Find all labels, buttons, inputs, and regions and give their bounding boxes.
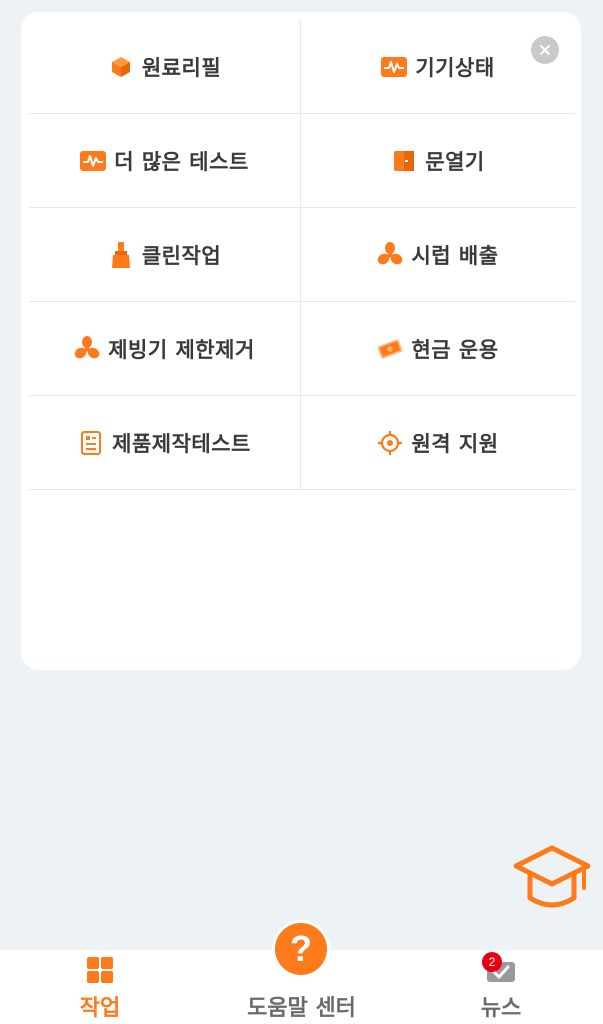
close-button[interactable] — [531, 36, 559, 64]
fan-icon — [74, 335, 100, 362]
menu-item-more-tests[interactable]: 더 많은 테스트 — [29, 114, 301, 208]
nav-news-label: 뉴스 — [480, 996, 522, 1021]
close-icon — [540, 45, 550, 55]
cash-icon — [377, 336, 403, 362]
nav-help-label: 도움말 센터 — [247, 996, 356, 1021]
menu-item-label: 더 많은 테스트 — [114, 149, 249, 174]
menu-item-refill[interactable]: 원료리필 — [29, 20, 301, 114]
menu-item-label: 기기상태 — [415, 55, 495, 80]
menu-item-label: 클린작업 — [141, 243, 222, 268]
help-center-button[interactable]: ? — [272, 920, 330, 978]
door-icon — [391, 148, 417, 174]
menu-item-label: 원격 지원 — [411, 431, 499, 456]
menu-item-remote-support[interactable]: 원격 지원 — [301, 396, 575, 490]
menu-item-product-test[interactable]: 제품제작테스트 — [29, 396, 301, 490]
box-icon — [108, 54, 134, 80]
menu-item-ice-limit-remove[interactable]: 제빙기 제한제거 — [29, 302, 301, 396]
menu-panel: 원료리필 기기상태 더 많은 테스트 문열기 클린작업 시럽 배출 제빙기 제한… — [21, 12, 581, 670]
menu-item-syrup-discharge[interactable]: 시럽 배출 — [301, 208, 575, 302]
menu-item-label: 문열기 — [425, 149, 485, 174]
pulse-icon — [381, 54, 408, 80]
fan-icon — [377, 241, 403, 268]
menu-grid: 원료리필 기기상태 더 많은 테스트 문열기 클린작업 시럽 배출 제빙기 제한… — [29, 20, 575, 490]
brush-icon — [108, 241, 134, 268]
grid-icon — [87, 957, 113, 983]
menu-item-clean-work[interactable]: 클린작업 — [29, 208, 301, 302]
menu-item-label: 제빙기 제한제거 — [108, 337, 255, 362]
target-icon — [377, 430, 403, 456]
graduation-cap-icon — [513, 845, 591, 908]
menu-item-label: 제품제작테스트 — [112, 431, 251, 456]
news-badge: 2 — [482, 952, 502, 972]
pulse-icon — [80, 148, 107, 174]
menu-item-device-status[interactable]: 기기상태 — [301, 20, 575, 114]
menu-item-label: 현금 운용 — [411, 337, 499, 362]
nav-work[interactable]: 작업 — [60, 950, 140, 1024]
menu-item-open-door[interactable]: 문열기 — [301, 114, 575, 208]
tutorial-button[interactable] — [512, 842, 592, 918]
question-icon: ? — [275, 923, 327, 975]
menu-item-label: 원료리필 — [141, 55, 222, 80]
nav-work-label: 작업 — [79, 996, 121, 1021]
menu-item-label: 시럽 배출 — [411, 243, 499, 268]
document-icon — [78, 430, 104, 456]
menu-item-cash-operation[interactable]: 현금 운용 — [301, 302, 575, 396]
